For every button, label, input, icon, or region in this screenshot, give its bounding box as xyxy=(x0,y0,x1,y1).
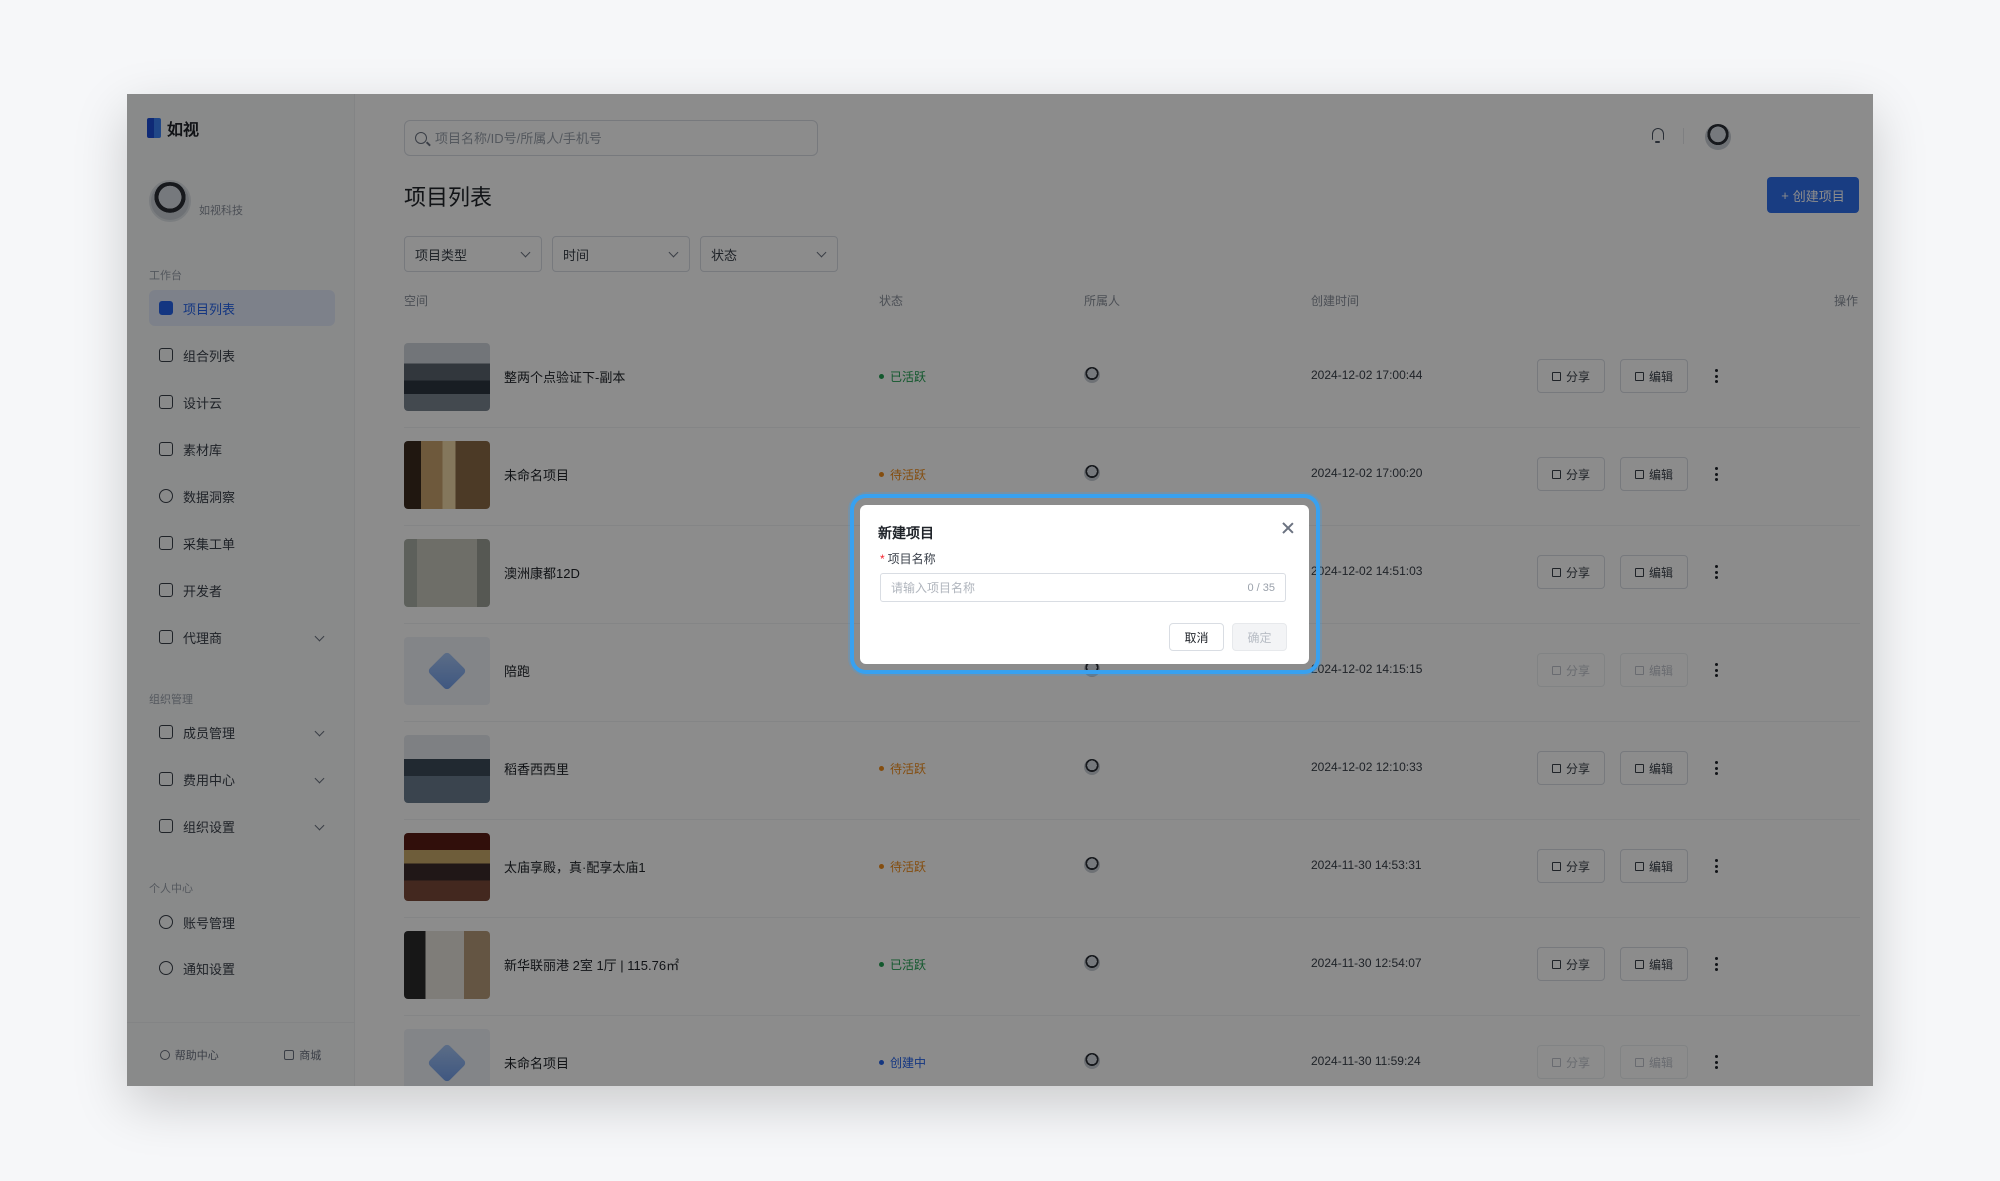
project-name-input[interactable] xyxy=(891,580,1248,595)
project-name-label: * 项目名称 xyxy=(880,550,936,567)
dialog-title: 新建项目 xyxy=(878,525,934,541)
project-name-field[interactable]: 0 / 35 xyxy=(880,573,1286,602)
new-project-dialog: 新建项目 *项目名称 0 / 35 取消 确定 xyxy=(860,505,1309,664)
required-mark: * xyxy=(880,552,885,566)
cancel-button[interactable]: 取消 xyxy=(1169,623,1224,651)
app-window: 如视 如视科技 工作台 项目列表 组合列表 设计云 素材库 数据洞察 采集工单 … xyxy=(127,94,1873,1086)
confirm-button[interactable]: 确定 xyxy=(1232,623,1287,651)
close-icon[interactable] xyxy=(1282,522,1294,534)
char-counter: 0 / 35 xyxy=(1247,581,1275,594)
field-label-text: 项目名称 xyxy=(887,552,936,566)
